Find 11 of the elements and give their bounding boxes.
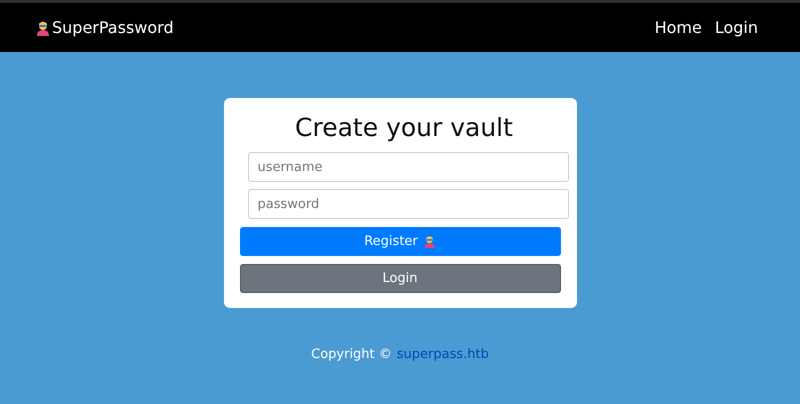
nav-link[interactable]: Login <box>714 18 758 37</box>
superhero-icon <box>35 20 51 36</box>
register-button[interactable]: Register <box>240 227 560 256</box>
card-title: Create your vault <box>295 112 513 144</box>
superhero-icon <box>422 235 436 248</box>
input-field[interactable]: password <box>248 189 568 219</box>
login-button[interactable]: Login <box>240 264 560 293</box>
nav-link[interactable]: Home <box>654 18 702 37</box>
copyright-text: Copyright © <box>311 347 392 362</box>
input-field[interactable]: username <box>248 152 568 182</box>
brand-link[interactable]: SuperPassword <box>52 18 174 37</box>
